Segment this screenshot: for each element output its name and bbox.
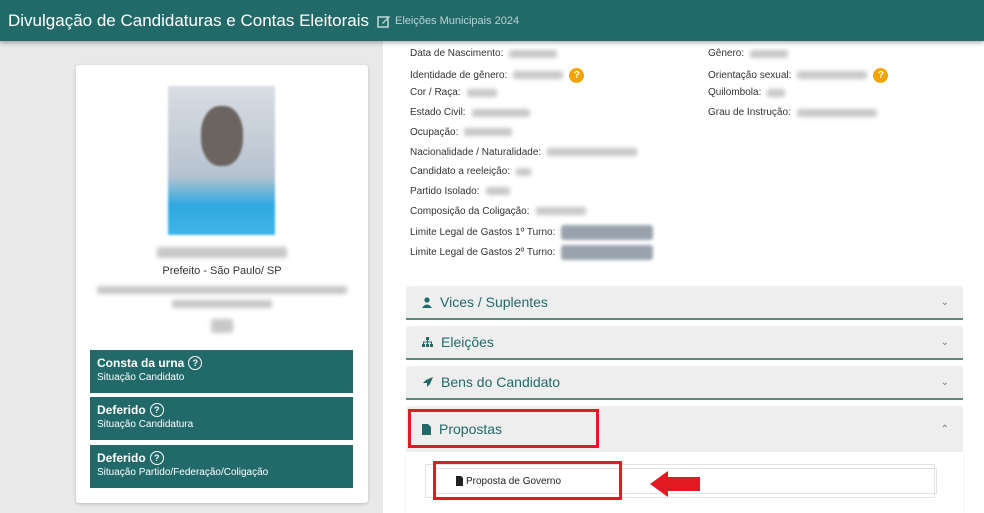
field-value-blurred [547,148,638,156]
detail-field: Grau de Instrução: [708,107,877,118]
field-value-blurred [485,187,510,196]
field-value-blurred [464,128,513,137]
status-partido: Deferido? Situação Partido/Federação/Coli… [90,445,353,488]
status-candidato: Consta da urna? Situação Candidato [90,350,353,393]
detail-field: Limite Legal de Gastos 2º Turno: [410,245,654,260]
field-label: Cor / Raça: [410,87,461,99]
field-value-blurred [561,225,654,241]
field-value-blurred [516,167,532,176]
detail-field: Nacionalidade / Naturalidade: [410,146,638,158]
chevron-up-icon: ⌃ [940,423,949,435]
cnpj-blurred [172,299,272,308]
accordion-label: Bens do Candidato [441,374,561,390]
detail-field: Partido Isolado: [410,186,510,197]
field-label: Composição da Coligação: [410,205,530,217]
status-candidatura: Deferido? Situação Candidatura [90,397,353,440]
help-icon[interactable]: ? [149,451,164,465]
election-name: Eleições Municipais 2024 [394,14,520,27]
field-label: Data de Nascimento: [410,48,504,59]
details-panel: Data de Nascimento: Identidade de gênero:… [383,41,984,513]
election-selector[interactable]: Eleições Municipais 2024 [377,14,519,28]
field-value-blurred [509,49,558,58]
detail-field: Limite Legal de Gastos 1º Turno: [410,225,654,241]
detail-field: Composição da Coligação: [410,206,586,217]
field-label: Grau de Instrução: [708,107,791,119]
party-blurred [97,285,347,294]
field-label: Estado Civil: [410,107,466,119]
edit-icon [377,15,390,28]
candidate-card: Prefeito - São Paulo/ SP Consta da urna?… [76,65,368,503]
accordion-label: Eleições [441,334,494,350]
field-label: Gênero: [708,48,745,59]
highlight-box [408,409,599,448]
field-label: Candidato a reeleição: [410,166,511,178]
field-value-blurred [513,71,564,80]
help-icon[interactable]: ? [569,67,585,83]
help-icon[interactable]: ? [188,356,203,370]
field-label: Limite Legal de Gastos 2º Turno: [410,247,556,258]
app-header: Divulgação de Candidaturas e Contas Elei… [0,0,984,41]
candidate-photo [168,86,275,235]
detail-field: Candidato a reeleição: [410,166,532,178]
sitemap-icon [422,337,433,347]
detail-field: Ocupação: [410,126,513,138]
field-value-blurred [797,71,868,80]
detail-field: Estado Civil: [410,107,530,118]
detail-field: Gênero: [708,48,789,59]
field-value-blurred [535,207,586,216]
candidate-name-blurred [157,247,287,259]
app-title: Divulgação de Candidaturas e Contas Elei… [8,10,369,30]
number-blurred [211,318,233,333]
chevron-down-icon: ⌄ [940,296,949,308]
accordion-bens[interactable]: Bens do Candidato ⌄ [406,366,963,400]
help-icon[interactable]: ? [149,403,164,417]
field-label: Quilombola: [708,87,762,99]
field-label: Ocupação: [410,126,459,138]
candidate-cargo: Prefeito - São Paulo/ SP [162,265,282,277]
field-label: Identidade de gênero: [410,69,508,81]
detail-field: Orientação sexual:? [708,67,889,83]
field-value-blurred [561,245,654,260]
user-icon [422,296,432,308]
detail-field: Quilombola: [708,87,786,99]
accordion-eleicoes[interactable]: Eleições ⌄ [406,326,963,360]
field-value-blurred [750,49,789,58]
field-label: Partido Isolado: [410,185,480,197]
accordion-vices[interactable]: Vices / Suplentes ⌄ [406,286,963,320]
field-value-blurred [767,88,786,97]
help-icon[interactable]: ? [873,67,889,83]
detail-field: Cor / Raça: [410,87,497,98]
field-value-blurred [466,88,497,97]
detail-field: Identidade de gênero:? [410,67,585,83]
field-label: Orientação sexual: [708,69,792,81]
field-label: Nacionalidade / Naturalidade: [410,146,542,158]
field-value-blurred [796,108,877,117]
chevron-down-icon: ⌄ [940,376,949,388]
field-label: Limite Legal de Gastos 1º Turno: [410,227,556,239]
field-value-blurred [471,108,530,117]
detail-field: Data de Nascimento: [410,48,558,59]
chevron-down-icon: ⌄ [940,336,949,348]
accordion-label: Vices / Suplentes [440,294,548,310]
rocket-icon [423,376,433,387]
arrow-left-icon [650,471,700,497]
highlight-box [433,461,622,500]
